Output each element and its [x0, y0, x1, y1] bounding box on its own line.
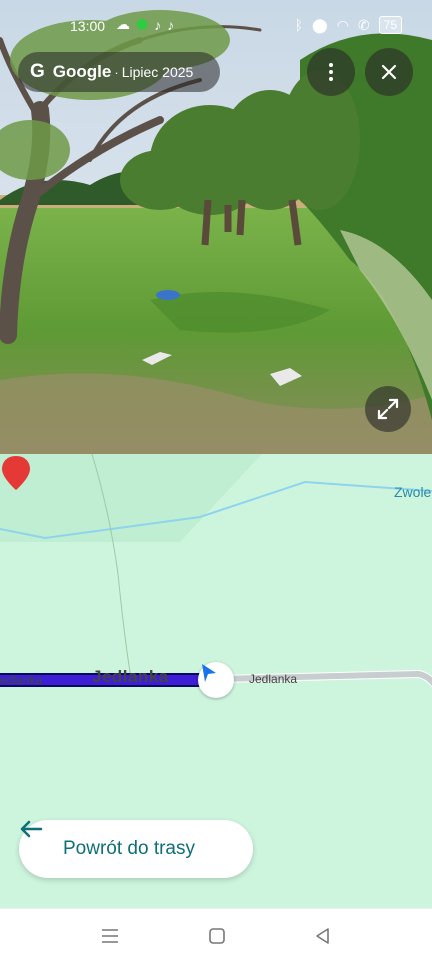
back-button[interactable]	[312, 925, 334, 947]
back-to-route-button[interactable]: Powrót do trasy	[19, 820, 253, 878]
menu-button[interactable]	[99, 925, 121, 947]
capture-date: Lipiec 2025	[121, 64, 194, 80]
road-label-main: Jedlanka	[92, 667, 169, 686]
back-to-route-label: Powrót do trasy	[63, 838, 195, 859]
location-pin-icon[interactable]	[0, 454, 32, 494]
shield-icon: ⬟	[136, 16, 149, 32]
map-view[interactable]: Jedlanka Jedlanka Jedlanka Zwole Powrót …	[0, 454, 432, 908]
notification-icons: ☁ ⬟ ♪ ♪	[116, 16, 174, 33]
location-icon: ⬤	[312, 16, 328, 33]
header-separator: ·	[114, 64, 119, 80]
status-bar: 13:00 ☁ ⬟ ♪ ♪ ᛒ ⬤ ◠ ✆ 75	[0, 14, 432, 40]
tiktok-icon: ♪	[154, 16, 162, 33]
close-icon	[381, 64, 397, 80]
brand-name: Google	[52, 62, 112, 81]
menu-icon	[102, 929, 118, 943]
expand-icon	[377, 398, 399, 420]
system-status-icons: ᛒ ⬤ ◠ ✆ 75	[295, 16, 402, 34]
current-position-marker	[198, 662, 234, 698]
system-navigation-bar	[0, 908, 432, 961]
home-button[interactable]	[206, 925, 228, 947]
home-icon	[209, 928, 225, 944]
bluetooth-icon: ᛒ	[294, 17, 304, 33]
status-time: 13:00	[70, 18, 106, 34]
more-vert-icon	[329, 63, 333, 81]
road-label: Jedlanka	[0, 673, 43, 687]
call-icon: ✆	[357, 16, 370, 33]
battery-indicator: 75	[378, 16, 402, 34]
navigation-arrow-icon	[202, 664, 216, 682]
back-icon	[316, 928, 329, 944]
google-logo-icon: G	[30, 61, 45, 82]
more-options-button[interactable]	[307, 48, 355, 96]
wifi-icon: ◠	[336, 16, 349, 33]
close-street-view-button[interactable]	[365, 48, 413, 96]
street-view-header: G Google · Lipiec 2025	[18, 52, 220, 92]
map-field-area	[0, 454, 262, 542]
tiktok-icon: ♪	[167, 16, 175, 33]
fullscreen-button[interactable]	[365, 386, 411, 432]
cloud-icon: ☁	[116, 16, 130, 32]
road-label: Jedlanka	[249, 672, 298, 686]
street-view-panorama[interactable]: 13:00 ☁ ⬟ ♪ ♪ ᛒ ⬤ ◠ ✆ 75 G Google · Lipi…	[0, 0, 432, 454]
river-label: Zwole	[394, 484, 432, 500]
